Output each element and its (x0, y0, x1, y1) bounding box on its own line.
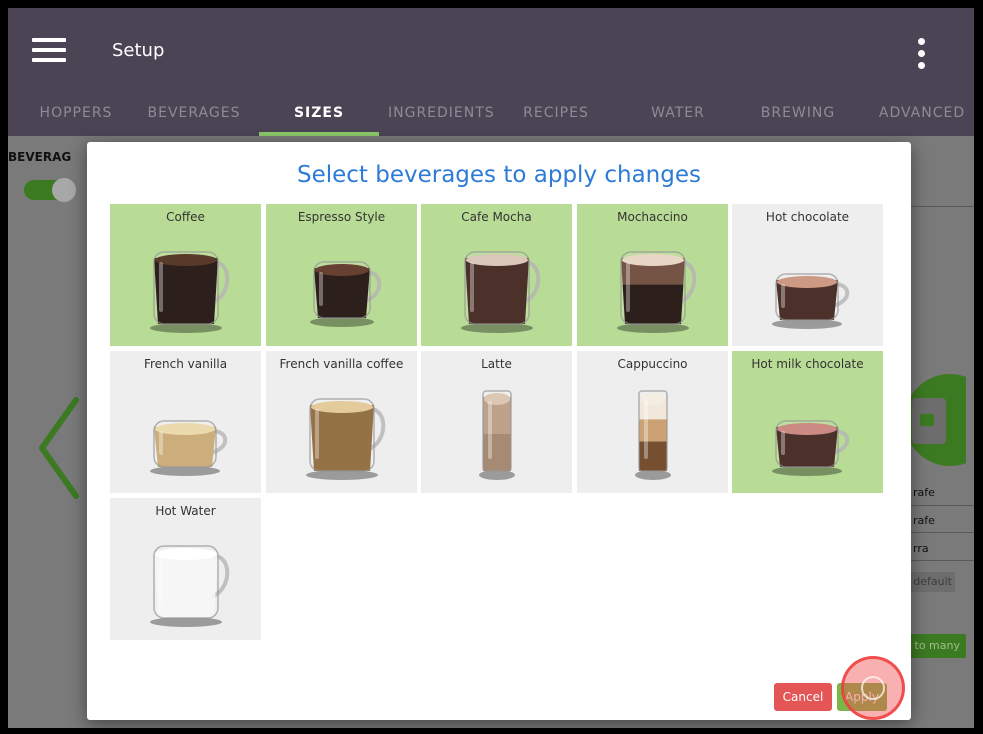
mochaccino-cup-icon (617, 251, 697, 333)
beverage-tile-vanilla[interactable]: French vanilla (110, 351, 261, 493)
toggle-knob (52, 178, 76, 202)
beverage-tile-hot-chocolate[interactable]: Hot chocolate (732, 204, 883, 346)
beverage-tile-mochaccino[interactable]: Mochaccino (577, 204, 728, 346)
beverage-tile-vanilla-coffee[interactable]: French vanilla coffee (266, 351, 417, 493)
mocha-cup-icon (461, 251, 541, 333)
cappuccino-cup-icon (635, 390, 671, 480)
hot-chocolate-cup-icon (772, 273, 850, 329)
tab-recipes[interactable]: RECIPES (514, 98, 598, 136)
beverage-tile-latte[interactable]: Latte (421, 351, 572, 493)
cancel-button[interactable]: Cancel (774, 683, 832, 711)
beverage-name: Mochaccino (617, 210, 688, 224)
beverage-tile-cappuccino[interactable]: Cappuccino (577, 351, 728, 493)
vanilla-cup-icon (150, 420, 228, 476)
app-title: Setup (112, 40, 165, 61)
beverage-name: French vanilla coffee (279, 357, 404, 371)
hamburger-menu-icon[interactable] (32, 36, 68, 64)
beverage-name: Hot chocolate (765, 210, 850, 224)
coffee-cup-icon (150, 251, 230, 333)
divider (908, 505, 974, 506)
carafe-icon (904, 374, 966, 466)
tab-brewing[interactable]: BREWING (750, 98, 846, 136)
beverage-name: Hot Water (155, 504, 216, 518)
tab-ingredients[interactable]: INGREDIENTS (388, 98, 494, 136)
beverage-name: Latte (481, 357, 512, 371)
setup-screen: Setup HOPPERS BEVERAGES SIZES INGREDIENT… (8, 8, 974, 728)
latte-cup-icon (479, 390, 515, 480)
beverage-name: Espresso Style (297, 210, 386, 224)
beverage-tile-hot-milk-chocolate[interactable]: Hot milk chocolate (732, 351, 883, 493)
tab-beverages[interactable]: BEVERAGES (142, 98, 246, 136)
water-cup-icon (150, 545, 230, 627)
tab-sizes[interactable]: SIZES (259, 98, 379, 136)
default-chip[interactable]: default (908, 572, 955, 592)
espresso-cup-icon (310, 261, 382, 327)
more-options-icon[interactable] (913, 36, 929, 72)
beverage-name: Cafe Mocha (461, 210, 532, 224)
background-row-1: rafe (913, 486, 935, 499)
beverage-name: Hot milk chocolate (751, 357, 864, 371)
divider (908, 560, 974, 561)
beverage-name: Coffee (166, 210, 205, 224)
beverage-name: Cappuccino (617, 357, 688, 371)
tab-bar: HOPPERS BEVERAGES SIZES INGREDIENTS RECI… (8, 98, 974, 136)
tab-water[interactable]: WATER (628, 98, 728, 136)
vanilla-coffee-cup-icon (306, 398, 386, 480)
beverage-section-label: BEVERAG (8, 150, 72, 164)
background-row-2: rafe (913, 514, 935, 527)
tab-hoppers[interactable]: HOPPERS (30, 98, 122, 136)
divider (904, 206, 974, 207)
beverage-tile-mocha[interactable]: Cafe Mocha (421, 204, 572, 346)
beverage-name: French vanilla (143, 357, 228, 371)
beverage-tile-espresso[interactable]: Espresso Style (266, 204, 417, 346)
select-beverages-dialog: Select beverages to apply changes Coffee… (87, 142, 911, 720)
app-bar: Setup HOPPERS BEVERAGES SIZES INGREDIENT… (8, 8, 974, 136)
beverage-toggle[interactable] (24, 178, 76, 202)
hot-milk-chocolate-cup-icon (772, 420, 850, 476)
beverage-tile-coffee[interactable]: Coffee (110, 204, 261, 346)
previous-arrow-icon[interactable] (30, 388, 90, 508)
tab-advanced[interactable]: ADVANCED (872, 98, 972, 136)
dialog-title: Select beverages to apply changes (296, 162, 701, 188)
apply-button[interactable]: Apply (837, 683, 887, 711)
divider (908, 532, 974, 533)
beverage-tile-water[interactable]: Hot Water (110, 498, 261, 640)
background-row-3: rra (913, 542, 929, 555)
